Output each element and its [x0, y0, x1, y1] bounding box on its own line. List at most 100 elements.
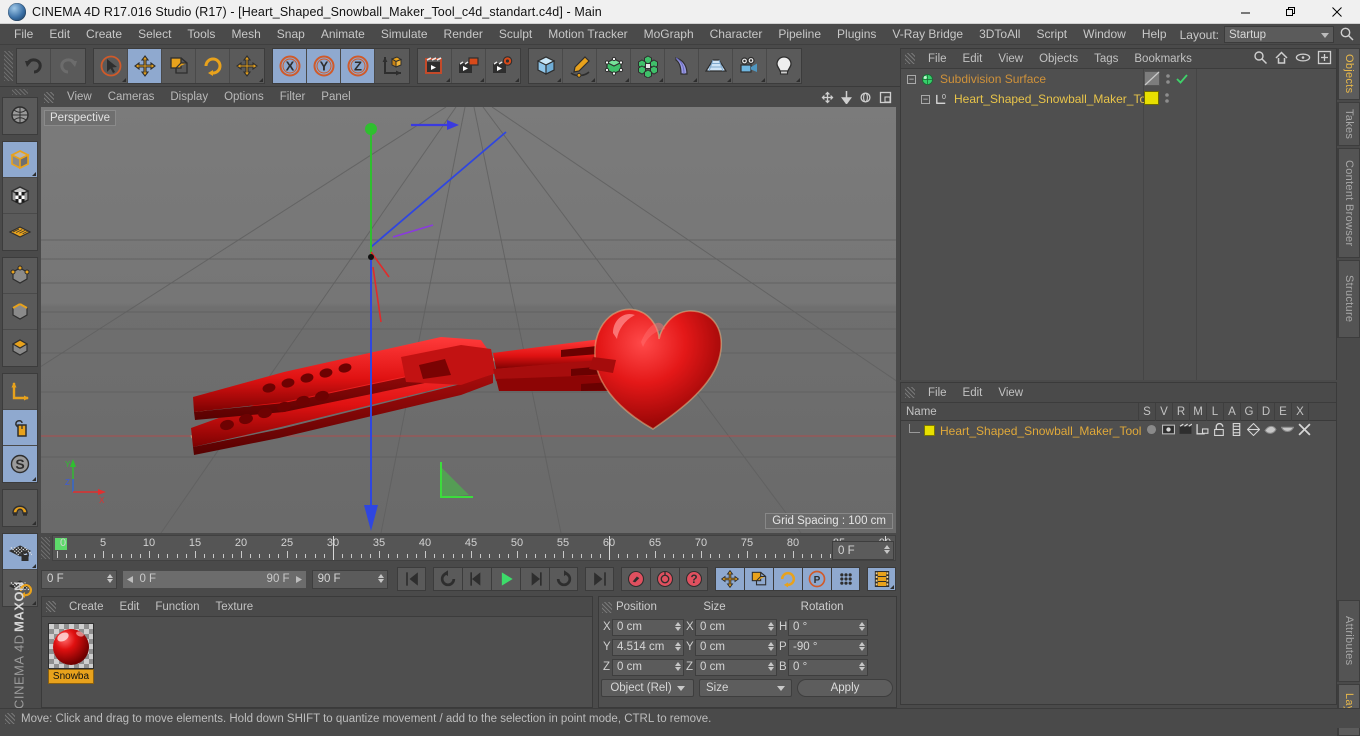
visibility-dots-icon[interactable]: [1165, 72, 1171, 86]
rotate-view-icon[interactable]: [859, 91, 872, 104]
add-light-button[interactable]: [767, 48, 801, 83]
position-y-field[interactable]: 4.514 cm: [612, 638, 684, 656]
stepper-icon[interactable]: [107, 573, 114, 583]
render-icon[interactable]: [1179, 423, 1192, 436]
dropdown-corner-icon[interactable]: [32, 477, 36, 481]
workplane-mode-button[interactable]: [3, 214, 37, 250]
undo-view-button[interactable]: [3, 98, 37, 134]
render-settings-button[interactable]: [486, 48, 520, 83]
dropdown-corner-icon[interactable]: [446, 77, 450, 82]
manager-icon[interactable]: [1196, 423, 1209, 436]
rotate-tool-button[interactable]: [196, 48, 230, 83]
search-icon[interactable]: [1253, 50, 1268, 65]
dropdown-corner-icon[interactable]: [480, 77, 484, 82]
object-row[interactable]: − 0 Heart_Shaped_Snowball_Maker_Tool: [901, 89, 1336, 109]
material-item[interactable]: Snowba: [48, 623, 94, 684]
layout-dropdown[interactable]: Startup: [1224, 26, 1334, 43]
lock-x-button[interactable]: X: [273, 48, 307, 83]
size-x-field[interactable]: 0 cm: [695, 618, 777, 636]
viewport-solo-button[interactable]: [3, 410, 37, 446]
xref-icon[interactable]: [1298, 423, 1311, 436]
rotation-p-field[interactable]: -90 °: [788, 638, 868, 656]
home-icon[interactable]: [1274, 50, 1289, 65]
move-alt-button[interactable]: [230, 48, 264, 83]
layer-column-v[interactable]: V: [1155, 402, 1172, 421]
left-toolbar-grip[interactable]: [12, 89, 28, 95]
layer-column-a[interactable]: A: [1223, 402, 1240, 421]
menu-help[interactable]: Help: [1134, 24, 1175, 45]
maximize-button[interactable]: [1268, 0, 1314, 24]
layer-column-x[interactable]: X: [1291, 402, 1308, 421]
add-floor-button[interactable]: [699, 48, 733, 83]
zoom-icon[interactable]: [841, 90, 852, 104]
viewport-menu-grip[interactable]: [44, 92, 54, 103]
add-array-button[interactable]: [631, 48, 665, 83]
minimize-button[interactable]: [1222, 0, 1268, 24]
material-list[interactable]: Snowba: [42, 617, 592, 690]
apply-button[interactable]: Apply: [797, 679, 893, 697]
redo-button[interactable]: [51, 48, 85, 83]
tab-takes[interactable]: Takes: [1337, 102, 1360, 146]
expand-toggle-icon[interactable]: −: [907, 74, 916, 84]
layer-column-name[interactable]: Name: [901, 406, 1138, 418]
om-menu-tags[interactable]: Tags: [1086, 49, 1126, 69]
phong-tag-icon[interactable]: [1144, 71, 1160, 86]
menu-edit[interactable]: Edit: [41, 24, 78, 45]
tab-content-browser[interactable]: Content Browser: [1337, 148, 1360, 258]
lock-z-button[interactable]: Z: [341, 48, 375, 83]
object-row[interactable]: − Subdivision Surface: [901, 69, 1336, 89]
point-level-animation-button[interactable]: [831, 567, 861, 591]
status-grip[interactable]: [5, 713, 15, 724]
toolbar-grip[interactable]: [4, 50, 13, 81]
dropdown-corner-icon[interactable]: [890, 585, 895, 589]
viewport-menu-display[interactable]: Display: [162, 88, 216, 107]
tab-objects[interactable]: Objects: [1337, 48, 1360, 100]
position-x-field[interactable]: 0 cm: [612, 618, 684, 636]
stepper-icon[interactable]: [884, 545, 890, 554]
dropdown-corner-icon[interactable]: [259, 77, 263, 82]
stepper-icon[interactable]: [768, 661, 774, 671]
dropdown-corner-icon[interactable]: [515, 77, 519, 82]
size-mode-dropdown[interactable]: Size: [699, 679, 792, 697]
menu-character[interactable]: Character: [702, 24, 771, 45]
keyframe-selection-button[interactable]: ?: [679, 567, 709, 591]
menu-v-ray-bridge[interactable]: V-Ray Bridge: [884, 24, 971, 45]
add-cube-button[interactable]: [529, 48, 563, 83]
render-region-button[interactable]: [452, 48, 486, 83]
stepper-icon[interactable]: [859, 641, 865, 651]
texture-mode-button[interactable]: [3, 178, 37, 214]
menu-tools[interactable]: Tools: [179, 24, 223, 45]
timeline-ruler[interactable]: 051015202530354045505560657075808590: [41, 535, 896, 561]
dropdown-corner-icon[interactable]: [796, 77, 800, 82]
om-menu-file[interactable]: File: [920, 49, 955, 69]
menu-plugins[interactable]: Plugins: [829, 24, 884, 45]
edges-mode-button[interactable]: [3, 294, 37, 330]
end-frame-field[interactable]: 90 F: [311, 569, 389, 589]
size-z-field[interactable]: 0 cm: [695, 658, 777, 676]
layer-column-d[interactable]: D: [1257, 402, 1274, 421]
layer-column-e[interactable]: E: [1274, 402, 1291, 421]
previous-frame-button[interactable]: [462, 567, 492, 591]
layer-row[interactable]: Heart_Shaped_Snowball_Maker_Tool: [901, 421, 1336, 440]
expand-toggle-icon[interactable]: −: [921, 94, 930, 104]
dropdown-corner-icon[interactable]: [761, 77, 765, 82]
world-object-coord-button[interactable]: [375, 48, 409, 83]
play-loop-button[interactable]: [549, 567, 579, 591]
go-to-end-button[interactable]: [585, 567, 615, 591]
layer-color-swatch[interactable]: [924, 425, 935, 436]
om-menu-bookmarks[interactable]: Bookmarks: [1126, 49, 1200, 69]
layer-column-g[interactable]: G: [1240, 402, 1257, 421]
dropdown-corner-icon[interactable]: [32, 521, 36, 525]
viewport-3d[interactable]: Perspective Grid Spacing : 100 cm Y Z X: [41, 107, 896, 533]
play-forwards-button[interactable]: [491, 567, 521, 591]
points-mode-button[interactable]: [3, 258, 37, 294]
lock-open-icon[interactable]: [1213, 423, 1226, 436]
viewport-menu-options[interactable]: Options: [216, 88, 272, 107]
stepper-icon[interactable]: [675, 661, 681, 671]
enable-axis-button[interactable]: [3, 374, 37, 410]
rotation-h-field[interactable]: 0 °: [788, 618, 868, 636]
mm-menu-edit[interactable]: Edit: [112, 597, 148, 617]
close-button[interactable]: [1314, 0, 1360, 24]
stepper-icon[interactable]: [859, 661, 865, 671]
size-y-field[interactable]: 0 cm: [695, 638, 777, 656]
